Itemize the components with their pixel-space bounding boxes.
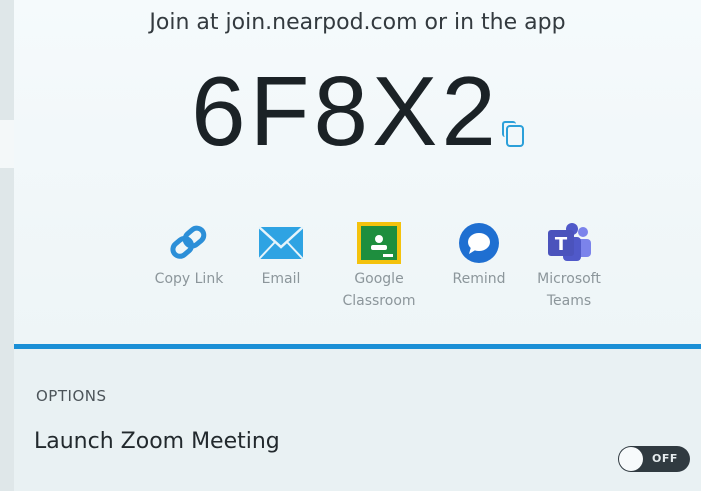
share-google-classroom-label: Google Classroom [342, 271, 416, 309]
launch-zoom-toggle[interactable]: OFF [618, 446, 690, 472]
toggle-state-text: OFF [652, 452, 678, 465]
join-code: 6F8X2 [191, 56, 500, 166]
toggle-knob [619, 447, 643, 471]
share-google-classroom-button[interactable]: Google Classroom [334, 218, 424, 312]
share-email-button[interactable]: Email [236, 218, 326, 290]
options-header: OPTIONS [36, 387, 107, 405]
email-icon [258, 226, 304, 260]
join-dialog: Join at join.nearpod.com or in the app 6… [14, 0, 701, 491]
link-icon [170, 225, 207, 259]
share-remind-button[interactable]: Remind [434, 218, 524, 290]
share-microsoft-teams-label: Microsoft Teams [537, 271, 601, 309]
background-panel [0, 0, 14, 491]
join-code-row: 6F8X2 [14, 62, 701, 160]
copy-code-icon[interactable] [501, 121, 524, 147]
launch-zoom-label: Launch Zoom Meeting [34, 429, 280, 454]
share-microsoft-teams-button[interactable]: T Microsoft Teams [524, 218, 614, 312]
options-section: OPTIONS Launch Zoom Meeting OFF [14, 349, 701, 491]
svg-text:T: T [555, 234, 568, 255]
join-card: Join at join.nearpod.com or in the app 6… [14, 0, 701, 349]
join-instructions: Join at join.nearpod.com or in the app [149, 10, 566, 35]
google-classroom-icon [357, 222, 401, 264]
share-email-label: Email [261, 271, 301, 287]
microsoft-teams-icon: T [548, 223, 591, 261]
share-copy-link-button[interactable]: Copy Link [144, 218, 234, 290]
remind-icon [459, 223, 499, 263]
share-copy-link-label: Copy Link [154, 271, 224, 287]
share-remind-label: Remind [452, 271, 506, 287]
share-options: Copy Link Email Google Classroom Remind … [144, 218, 614, 338]
